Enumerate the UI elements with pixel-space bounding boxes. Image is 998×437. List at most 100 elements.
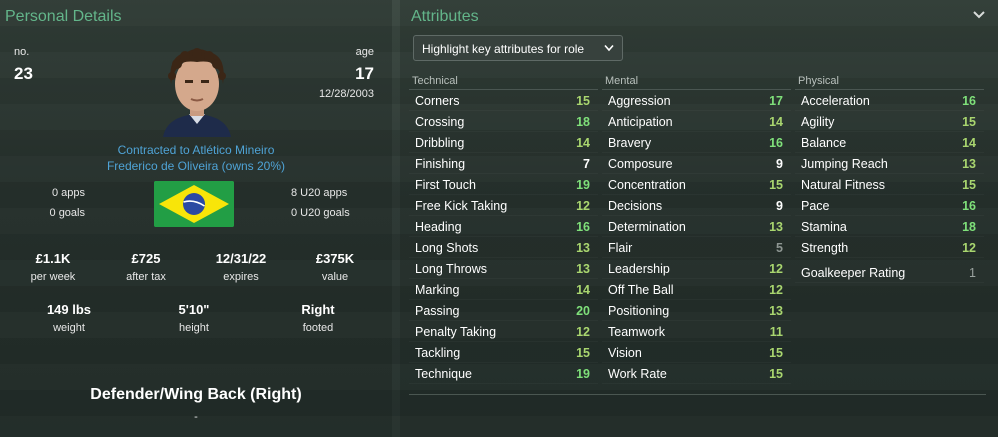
attribute-row[interactable]: Determination 13: [602, 216, 791, 237]
attribute-name: Off The Ball: [608, 283, 674, 297]
attribute-name: Agility: [801, 115, 835, 129]
attribute-name: Technique: [415, 367, 472, 381]
attribute-row[interactable]: Natural Fitness 15: [795, 174, 984, 195]
attribute-row[interactable]: Composure 9: [602, 153, 791, 174]
attribute-row[interactable]: Corners 15: [409, 90, 598, 111]
attribute-row[interactable]: Heading 16: [409, 216, 598, 237]
attribute-row[interactable]: Acceleration 16: [795, 90, 984, 111]
attribute-row[interactable]: Work Rate 15: [602, 363, 791, 384]
mental-attributes: Mental Aggression 17 Anticipation 14 Bravery…: [602, 74, 791, 384]
contract-expiry: 12/31/22 expires: [196, 251, 286, 283]
attribute-value: 12: [576, 325, 590, 339]
attribute-value: 9: [776, 199, 783, 213]
attribute-row[interactable]: Passing 20: [409, 300, 598, 321]
attribute-value: 13: [769, 304, 783, 318]
attribute-name: Natural Fitness: [801, 178, 886, 192]
attribute-row[interactable]: Aggression 17: [602, 90, 791, 111]
weight-label: weight: [53, 322, 85, 334]
collapse-chevron-icon[interactable]: [972, 8, 986, 22]
attribute-name: Composure: [608, 157, 673, 171]
attribute-value: 9: [776, 157, 783, 171]
attribute-value: 15: [769, 367, 783, 381]
attribute-row[interactable]: Bravery 16: [602, 132, 791, 153]
attribute-name: Positioning: [608, 304, 670, 318]
attribute-name: Teamwork: [608, 325, 665, 339]
attribute-row[interactable]: Flair 5: [602, 237, 791, 258]
attribute-row[interactable]: Concentration 15: [602, 174, 791, 195]
chevron-down-icon: [604, 44, 614, 52]
attribute-name: Work Rate: [608, 367, 667, 381]
attribute-value: 13: [769, 220, 783, 234]
attribute-row[interactable]: First Touch 19: [409, 174, 598, 195]
attribute-row[interactable]: Pace 16: [795, 195, 984, 216]
role-highlight-dropdown[interactable]: Highlight key attributes for role: [413, 35, 623, 61]
attribute-name: Aggression: [608, 94, 671, 108]
attribute-name: Tackling: [415, 346, 461, 360]
mental-heading: Mental: [602, 74, 791, 90]
attribute-row[interactable]: Agility 15: [795, 111, 984, 132]
attributes-title: Attributes: [411, 8, 479, 25]
value-label: value: [321, 271, 349, 283]
attribute-row[interactable]: Teamwork 11: [602, 321, 791, 342]
attribute-value: 16: [962, 94, 976, 108]
attribute-name: First Touch: [415, 178, 476, 192]
attribute-row[interactable]: Tackling 15: [409, 342, 598, 363]
mental-rows: Aggression 17 Anticipation 14 Bravery 16 Compo…: [602, 90, 791, 384]
personal-details-panel: Personal Details no. 23 age 17 12/28/200…: [0, 0, 392, 437]
attribute-value: 12: [962, 241, 976, 255]
attribute-name: Long Shots: [415, 241, 479, 255]
attribute-value: 16: [962, 199, 976, 213]
attribute-row[interactable]: Marking 14: [409, 279, 598, 300]
attribute-row[interactable]: Jumping Reach 13: [795, 153, 984, 174]
attribute-value: 15: [962, 178, 976, 192]
attribute-row[interactable]: Leadership 12: [602, 258, 791, 279]
contract-owner-link[interactable]: Frederico de Oliveira (owns 20%): [0, 159, 392, 173]
player-portrait[interactable]: [153, 44, 241, 137]
attribute-value: 20: [576, 304, 590, 318]
attribute-name: Leadership: [608, 262, 670, 276]
physical-attributes: Physical Acceleration 16 Agility 15 Balance 1…: [795, 74, 984, 283]
attribute-value: 15: [576, 346, 590, 360]
attribute-value: 13: [576, 241, 590, 255]
attribute-value: 17: [769, 94, 783, 108]
physical-rows: Acceleration 16 Agility 15 Balance 14 Jumping …: [795, 90, 984, 258]
attribute-value: 12: [769, 262, 783, 276]
attribute-row[interactable]: Crossing 18: [409, 111, 598, 132]
attribute-row[interactable]: Dribbling 14: [409, 132, 598, 153]
attribute-row[interactable]: Strength 12: [795, 237, 984, 258]
attribute-row[interactable]: Long Throws 13: [409, 258, 598, 279]
attribute-name: Passing: [415, 304, 460, 318]
attribute-row[interactable]: Off The Ball 12: [602, 279, 791, 300]
value-amount: £375K: [315, 251, 355, 266]
attribute-name: Strength: [801, 241, 849, 255]
attribute-name: Stamina: [801, 220, 847, 234]
attribute-row[interactable]: Long Shots 13: [409, 237, 598, 258]
brazil-flag-icon[interactable]: [154, 181, 234, 227]
goals-count: 0 goals: [49, 207, 85, 219]
after-tax-label: after tax: [126, 271, 166, 283]
attribute-name: Marking: [415, 283, 460, 297]
foot-value: Right: [301, 302, 335, 317]
after-tax-value: £725: [131, 251, 161, 266]
preferred-foot: Right footed: [273, 302, 363, 334]
goalkeeper-rating-label: Goalkeeper Rating: [801, 266, 906, 280]
contract-club-link[interactable]: Contracted to Atlético Mineiro: [0, 143, 392, 157]
goalkeeper-rating-row[interactable]: Goalkeeper Rating 1: [795, 262, 984, 283]
attribute-row[interactable]: Decisions 9: [602, 195, 791, 216]
attribute-row[interactable]: Penalty Taking 12: [409, 321, 598, 342]
u20-apps-count: 8 U20 apps: [291, 187, 348, 199]
attribute-row[interactable]: Finishing 7: [409, 153, 598, 174]
u20-goals-count: 0 U20 goals: [291, 207, 350, 219]
attribute-row[interactable]: Anticipation 14: [602, 111, 791, 132]
attribute-row[interactable]: Positioning 13: [602, 300, 791, 321]
attribute-row[interactable]: Vision 15: [602, 342, 791, 363]
attribute-row[interactable]: Technique 19: [409, 363, 598, 384]
attribute-row[interactable]: Balance 14: [795, 132, 984, 153]
squad-number: 23: [14, 64, 33, 83]
expiry-label: expires: [223, 271, 259, 283]
apps-count: 0 apps: [51, 187, 85, 199]
player-height: 5'10" height: [149, 302, 239, 334]
attribute-row[interactable]: Free Kick Taking 12: [409, 195, 598, 216]
attribute-row[interactable]: Stamina 18: [795, 216, 984, 237]
attribute-name: Vision: [608, 346, 642, 360]
